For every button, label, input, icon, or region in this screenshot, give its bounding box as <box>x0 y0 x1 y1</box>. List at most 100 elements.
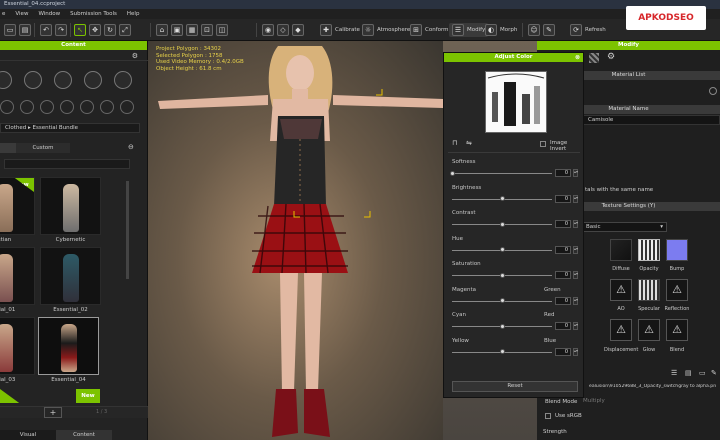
close-icon[interactable]: ⊗ <box>575 53 580 62</box>
gear-icon[interactable]: ⚙ <box>132 52 138 60</box>
menu-item-help[interactable]: Help <box>127 9 140 19</box>
category-icon-2[interactable] <box>24 71 42 89</box>
modify-button[interactable]: ☰ Modify <box>449 23 489 37</box>
slider-value-field[interactable]: 0 <box>555 322 571 330</box>
filter-icon-1[interactable] <box>0 100 14 114</box>
3d-viewport[interactable] <box>148 41 443 440</box>
edit-icon[interactable]: ✎ <box>711 369 717 377</box>
blend-mode-value[interactable]: Multiply <box>583 398 605 404</box>
fit-icon[interactable]: ⊡ <box>201 24 213 36</box>
menu-item-view[interactable]: View <box>15 9 28 19</box>
same-name-option[interactable]: tals with the same name <box>585 187 653 193</box>
conform-button[interactable]: ⊞ Conform <box>410 23 449 37</box>
category-icon-1[interactable] <box>0 71 12 89</box>
move-icon[interactable]: ✥ <box>89 24 101 36</box>
slider-value-field[interactable]: 0 <box>555 271 571 279</box>
morph-button[interactable]: ◐ Morph <box>485 23 517 37</box>
slider-stepper[interactable]: ▴▾ <box>573 296 578 305</box>
slider-value-field[interactable]: 0 <box>555 194 571 203</box>
slider-stepper[interactable]: ▴▾ <box>573 271 578 279</box>
diffuse-slot[interactable] <box>610 239 632 261</box>
slider-track[interactable] <box>452 173 552 174</box>
glow-slot-warning-icon[interactable]: ⚠ <box>638 319 660 341</box>
slider-knob[interactable] <box>499 272 505 278</box>
grid-icon[interactable]: ▦ <box>186 24 198 36</box>
displacement-slot-warning-icon[interactable]: ⚠ <box>610 319 632 341</box>
save-icon[interactable]: ▤ <box>19 24 31 36</box>
slider-stepper[interactable]: ▴▾ <box>573 245 578 254</box>
delete-icon[interactable]: ▭ <box>699 369 706 377</box>
tab-visual[interactable]: Visual <box>0 430 56 440</box>
slider-stepper[interactable]: ▴▾ <box>573 347 578 356</box>
content-tile-3[interactable] <box>0 247 35 305</box>
slider-value-field[interactable]: 0 <box>555 169 571 177</box>
slider-stepper[interactable]: ▴▾ <box>573 169 578 177</box>
slider-knob[interactable] <box>499 298 505 303</box>
menu-item-window[interactable]: Window <box>38 9 60 19</box>
image-invert-checkbox[interactable] <box>540 141 546 147</box>
slider-knob[interactable] <box>499 323 505 329</box>
breadcrumb[interactable]: Clothed ▸ Essential Bundle <box>0 123 140 133</box>
filter-icon-3[interactable] <box>40 100 54 114</box>
wire-icon[interactable]: ◇ <box>277 24 289 36</box>
content-tile-4[interactable] <box>40 247 101 305</box>
collapse-icon[interactable]: ⊖ <box>128 143 134 151</box>
atmosphere-button[interactable]: ☼ Atmosphere <box>362 23 410 37</box>
filter-icon-6[interactable] <box>100 100 114 114</box>
category-icon-4[interactable] <box>84 71 102 89</box>
category-icon-5[interactable] <box>114 71 132 89</box>
blend-slot-warning-icon[interactable]: ⚠ <box>666 319 688 341</box>
slider-value-field[interactable]: 0 <box>555 347 571 356</box>
undo-icon[interactable]: ↶ <box>40 24 52 36</box>
slider-knob[interactable] <box>499 247 505 252</box>
slider-knob[interactable] <box>499 349 505 354</box>
slider-knob[interactable] <box>449 170 455 176</box>
slider-knob[interactable] <box>499 221 505 227</box>
scale-icon[interactable]: ⤢ <box>119 24 131 36</box>
bump-slot[interactable] <box>666 239 688 261</box>
material-name-field[interactable]: Camisole <box>581 115 720 125</box>
swap-icon[interactable]: ⇋ <box>466 139 472 147</box>
menu-item-submission-tools[interactable]: Submission Tools <box>70 9 117 19</box>
opacity-slot[interactable] <box>638 239 660 261</box>
slider-value-field[interactable]: 0 <box>555 296 571 305</box>
reflection-slot-warning-icon[interactable]: ⚠ <box>666 279 688 301</box>
calibrate-button[interactable]: ✚ Calibrate <box>320 23 360 37</box>
select-arrow-icon[interactable]: ↖ <box>74 24 86 36</box>
slider-value-field[interactable]: 0 <box>555 245 571 254</box>
folder-icon[interactable]: ▭ <box>4 24 16 36</box>
filter-icon-2[interactable] <box>20 100 34 114</box>
rotate-icon[interactable]: ↻ <box>104 24 116 36</box>
character-figure[interactable] <box>148 41 443 440</box>
filter-icon-4[interactable] <box>60 100 74 114</box>
tab-library[interactable] <box>0 143 16 153</box>
gear-icon[interactable]: ⚙ <box>607 52 615 62</box>
frame-icon[interactable]: ▣ <box>171 24 183 36</box>
list-scrollbar[interactable] <box>126 181 129 279</box>
checker-icon[interactable] <box>589 53 599 63</box>
home-view-icon[interactable]: ⌂ <box>156 24 168 36</box>
slider-value-field[interactable]: 0 <box>555 220 571 228</box>
shade-icon[interactable]: ◆ <box>292 24 304 36</box>
slider-knob[interactable] <box>499 196 505 201</box>
content-tile-2[interactable] <box>40 177 101 235</box>
use-srgb-checkbox[interactable] <box>545 413 551 419</box>
tab-content[interactable]: Content <box>56 430 112 440</box>
menu-item-edit[interactable]: e <box>2 9 5 19</box>
redo-icon[interactable]: ↷ <box>55 24 67 36</box>
person-icon[interactable]: ☺ <box>528 24 540 36</box>
content-tile-6-selected[interactable] <box>38 317 99 375</box>
filter-icon-7[interactable] <box>120 100 134 114</box>
reset-button[interactable]: Reset <box>452 381 578 392</box>
eyedropper-icon[interactable]: ⊓ <box>452 139 457 147</box>
filter-icon-5[interactable] <box>80 100 94 114</box>
camera-icon[interactable]: ◫ <box>216 24 228 36</box>
category-icon-3[interactable] <box>54 71 72 89</box>
content-tile-5[interactable] <box>0 317 35 375</box>
shader-select[interactable]: Basic ▾ <box>581 222 667 232</box>
slider-stepper[interactable]: ▴▾ <box>573 194 578 203</box>
list-icon[interactable]: ▤ <box>685 369 692 377</box>
ao-slot-warning-icon[interactable]: ⚠ <box>610 279 632 301</box>
tools-icon[interactable]: ✎ <box>543 24 555 36</box>
refresh-button[interactable]: ⟳ Refresh <box>570 23 606 37</box>
